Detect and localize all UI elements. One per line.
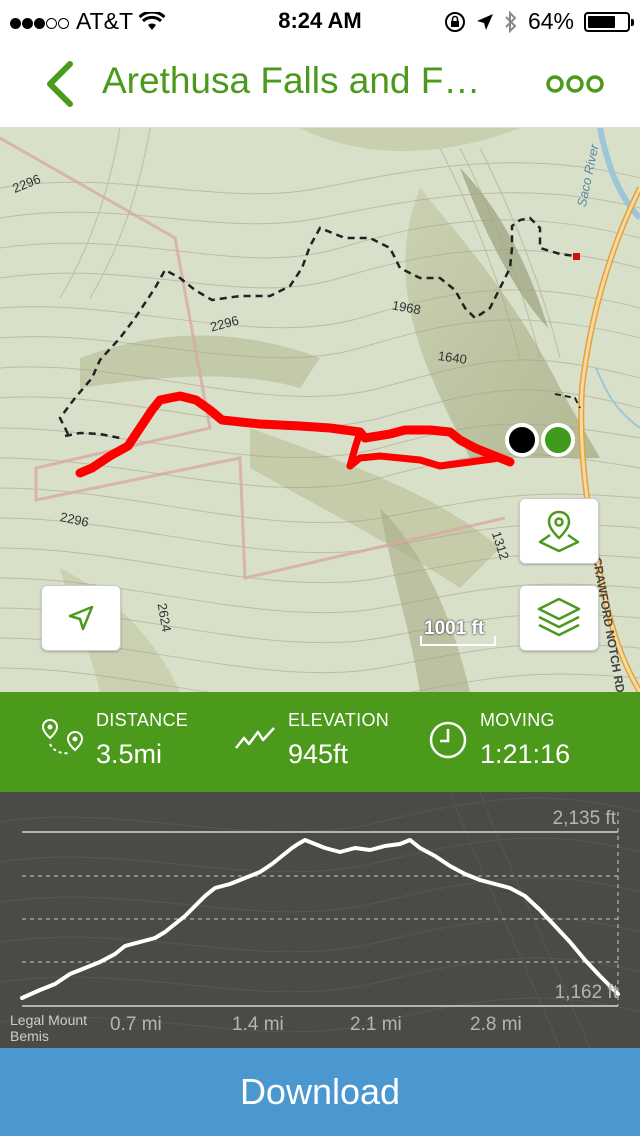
map-layers-button[interactable] — [519, 585, 599, 651]
elevation-profile[interactable]: 2,135 ft 1,162 ft 0.7 mi 1.4 mi 2.1 mi 2… — [0, 792, 640, 1048]
moving-label: MOVING — [480, 710, 555, 730]
start-marker[interactable] — [505, 423, 539, 457]
my-location-button[interactable] — [41, 585, 121, 651]
end-marker[interactable] — [541, 423, 575, 457]
status-bar: AT&T 8:24 AM 64% — [0, 0, 640, 40]
trail-stats-bar: DISTANCE 3.5mi ELEVATION 945ft MOVING 1:… — [0, 692, 640, 792]
x-tick-label: 2.1 mi — [350, 1014, 402, 1035]
elevation-chart — [0, 792, 640, 1048]
distance-stat: DISTANCE 3.5mi — [96, 710, 188, 770]
map-pin-icon — [538, 510, 580, 553]
more-options-icon[interactable] — [546, 72, 604, 96]
bluetooth-icon — [505, 10, 517, 33]
layers-icon — [537, 597, 581, 637]
map-scale: 1001 ft — [420, 618, 496, 646]
moving-value: 1:21:16 — [480, 739, 571, 769]
download-button[interactable]: Download — [0, 1048, 640, 1136]
elevation-max-label: 2,135 ft — [552, 808, 616, 829]
distance-icon — [41, 718, 84, 755]
rotation-lock-icon — [444, 11, 465, 32]
clock-icon — [429, 721, 467, 759]
moving-time-stat: MOVING 1:21:16 — [480, 710, 570, 770]
elevation-min-label: 1,162 ft — [554, 982, 618, 1003]
elevation-value: 945ft — [288, 739, 349, 769]
map-watermark: Legal Mount Bemis — [10, 1012, 88, 1044]
navigation-arrow-icon — [68, 605, 94, 631]
distance-value: 3.5mi — [96, 739, 163, 769]
elevation-stat: ELEVATION 945ft — [288, 710, 389, 770]
trail-title: Arethusa Falls and F… — [102, 60, 481, 101]
location-arrow-icon — [476, 13, 493, 30]
x-tick-label: 2.8 mi — [470, 1014, 522, 1035]
x-tick-label: 1.4 mi — [232, 1014, 284, 1035]
distance-label: DISTANCE — [96, 710, 189, 730]
trail-location-button[interactable] — [519, 498, 599, 564]
back-chevron-icon[interactable] — [40, 60, 80, 108]
elevation-icon — [235, 727, 275, 749]
battery-percent: 64% — [527, 8, 574, 34]
navigation-bar: Arethusa Falls and F… — [0, 40, 640, 128]
elevation-label: ELEVATION — [288, 710, 390, 730]
trail-map[interactable]: 2296 2296 1968 1640 2296 2624 1312 Saco … — [0, 128, 640, 692]
battery-icon — [584, 11, 634, 32]
